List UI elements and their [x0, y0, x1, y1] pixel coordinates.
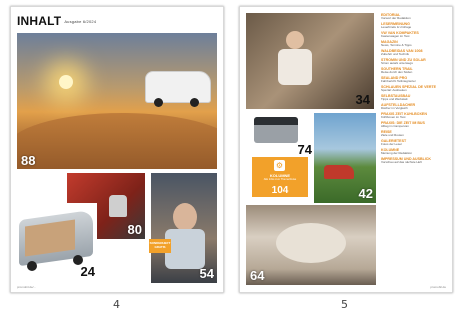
- page-reference-number: 24: [80, 264, 95, 279]
- kolumne-icon: ⚙: [274, 160, 285, 171]
- page-footer: promobil.de: [430, 285, 446, 289]
- page-reference-number: 54: [199, 266, 214, 281]
- special-issue-badge: SONDERHEFT GRATIS: [149, 239, 171, 253]
- toc-entry[interactable]: SOUTHERN TRAIL Reise durch den Süden: [381, 67, 447, 75]
- kolumne-box[interactable]: ⚙ KOLUMNE Alle Infos zum Thema Reise 104: [252, 157, 308, 197]
- toc-entry[interactable]: SEALAND PRO Fahrbericht Teilintegrierter: [381, 76, 447, 84]
- magazine-page-left[interactable]: INHALT Ausgabe 6/2024 88 80 54 SONDERHEFT…: [10, 6, 224, 293]
- kolumne-subtitle: Alle Infos zum Thema Reise: [263, 178, 297, 181]
- page-number-right: 5: [341, 298, 348, 311]
- page-reference-number: 88: [21, 153, 36, 168]
- page-reference-number: 74: [297, 142, 312, 157]
- photo-woman-in-camper: 34: [246, 13, 374, 109]
- hero-image-desert-van: 88: [17, 33, 217, 169]
- toc-entry[interactable]: GALERIETEST Fotos der Leser: [381, 139, 447, 147]
- toc-entry[interactable]: PRAXIS ZEIT KUHLBOXEN Kühlboxen im Test: [381, 112, 447, 120]
- toc-entry[interactable]: WALDBEIDAS VAN 1008 Zubehör und Technik: [381, 49, 447, 57]
- page-reference-number: 104: [271, 185, 289, 196]
- toc-entry[interactable]: IMPRESSUM UND AUSBLICK Vorschau auf das n…: [381, 157, 447, 165]
- photo-person-in-van: 54: [151, 173, 217, 283]
- toc-entry[interactable]: SCHLAUEN SPEZIAL DE VERTE Spezial: Ausbau…: [381, 85, 447, 93]
- cutaway-van-illustration: 24: [15, 203, 97, 285]
- page-reference-number: 80: [127, 222, 142, 237]
- page-title: INHALT Ausgabe 6/2024: [17, 14, 97, 28]
- toc-entry[interactable]: LESERMEINUNG Leserbriefe & Umfrage: [381, 22, 447, 30]
- camper-van-illustration: [145, 71, 211, 107]
- page-number-left: 4: [113, 298, 120, 311]
- toc-entry[interactable]: EDITORIAL Vorwort der Redaktion: [381, 13, 447, 21]
- toc-entry[interactable]: PRAXIS: DIE ZEIT IM BUS Alltag im Camperv…: [381, 121, 447, 129]
- page-reference-number: 42: [358, 186, 373, 201]
- photo-red-van-landscape: 42: [314, 113, 376, 203]
- toc-entry[interactable]: MAGAZIN News, Termine & Tipps: [381, 40, 447, 48]
- toc-entry[interactable]: SELBSTAUSBAU Tipps und Werkstatt: [381, 94, 447, 102]
- toc-entry[interactable]: VW VAN KOMPAKTES Kastenwagen im Test: [381, 31, 447, 39]
- page-reference-number: 64: [250, 268, 265, 283]
- table-of-contents: EDITORIAL Vorwort der Redaktion LESERMEIN…: [381, 13, 447, 166]
- photo-cooler-box: 74: [246, 113, 314, 157]
- toc-entry[interactable]: STROMIN UND ZU SOLAR Strom autark unterwe…: [381, 58, 447, 66]
- toc-entry[interactable]: AUFSTELLDACHER Dächer im Vergleich: [381, 103, 447, 111]
- photo-van-interior-roof: 64: [246, 205, 376, 285]
- page-reference-number: 34: [355, 92, 370, 107]
- toc-entry[interactable]: REISE Ziele und Routen: [381, 130, 447, 138]
- page-footer: promobil.de/...: [17, 285, 37, 289]
- toc-entry[interactable]: KOLUMNE Meinung der Redaktion: [381, 148, 447, 156]
- magazine-page-right[interactable]: 34 74 42 ⚙ KOLUMNE Alle Infos zum Thema …: [239, 6, 453, 293]
